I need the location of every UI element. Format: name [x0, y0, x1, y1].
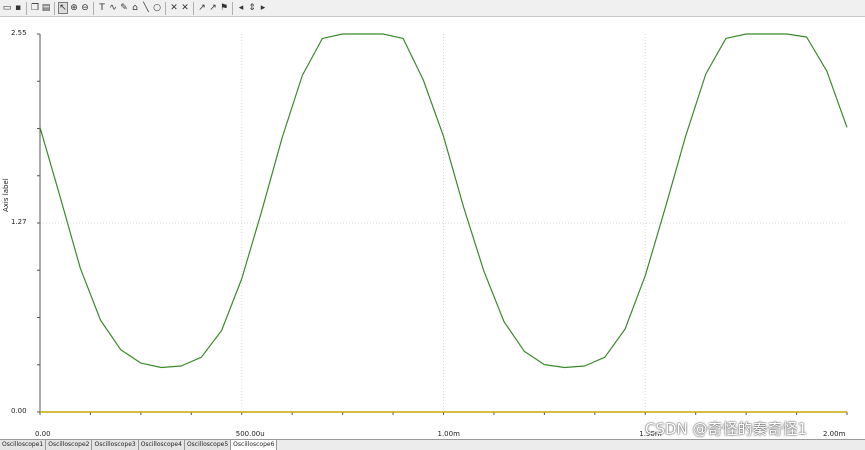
- shape-tool-icon[interactable]: ⌂: [130, 2, 140, 14]
- marker-tool-icon[interactable]: ✎: [119, 2, 129, 14]
- y-tick-label: 1.27: [11, 218, 27, 226]
- y-tick-label: 0.00: [11, 407, 27, 415]
- watermark: CSDN @奇怪的秦奇怪1: [645, 420, 808, 438]
- toolbar-separator: [54, 1, 55, 15]
- zoom-out-icon[interactable]: ⊖: [80, 2, 90, 14]
- x-tick-label: 0.00: [35, 430, 51, 438]
- copy-icon[interactable]: ❐: [30, 2, 40, 14]
- tab-strip: Oscilloscope1 Oscilloscope2 Oscilloscope3 O…: [0, 439, 865, 450]
- left-arrow-icon[interactable]: ◂: [236, 2, 246, 14]
- save-icon[interactable]: ▪: [13, 2, 23, 14]
- plot-area[interactable]: [0, 17, 865, 435]
- y-tick-label: 2.55: [11, 29, 27, 37]
- toolbar: ▭ ▪ ❐ ▤ ↖ ⊕ ⊖ T ∿ ✎ ⌂ ╲ ○ ✕ ✕ ↗ ↗ ⚑ ◂ ⇕ ▸: [0, 0, 865, 17]
- cursor-a-icon[interactable]: ✕: [169, 2, 179, 14]
- pointer-icon[interactable]: ↖: [58, 2, 68, 14]
- text-tool-icon[interactable]: T: [97, 2, 107, 14]
- signal-trace: [39, 33, 848, 369]
- y-axis-label: Axis label: [2, 178, 10, 212]
- trace-a-icon[interactable]: ↗: [197, 2, 207, 14]
- ellipse-tool-icon[interactable]: ○: [152, 2, 162, 14]
- x-tick-label: 500.00u: [235, 430, 265, 438]
- toolbar-separator: [193, 1, 194, 15]
- right-arrow-icon[interactable]: ▸: [258, 2, 268, 14]
- x-tick-label: 1.00m: [437, 430, 460, 438]
- paste-icon[interactable]: ▤: [41, 2, 51, 14]
- oscilloscope-chart[interactable]: [0, 17, 865, 435]
- curve-tool-icon[interactable]: ∿: [108, 2, 118, 14]
- trace-b-icon[interactable]: ↗: [208, 2, 218, 14]
- line-tool-icon[interactable]: ╲: [141, 2, 151, 14]
- updown-arrow-icon[interactable]: ⇕: [247, 2, 257, 14]
- toolbar-separator: [232, 1, 233, 15]
- open-icon[interactable]: ▭: [2, 2, 12, 14]
- toolbar-separator: [165, 1, 166, 15]
- x-tick-label: 2.00m: [823, 430, 846, 438]
- zoom-in-icon[interactable]: ⊕: [69, 2, 79, 14]
- toolbar-separator: [93, 1, 94, 15]
- toolbar-separator: [26, 1, 27, 15]
- cursor-b-icon[interactable]: ✕: [180, 2, 190, 14]
- flag-icon[interactable]: ⚑: [219, 2, 229, 14]
